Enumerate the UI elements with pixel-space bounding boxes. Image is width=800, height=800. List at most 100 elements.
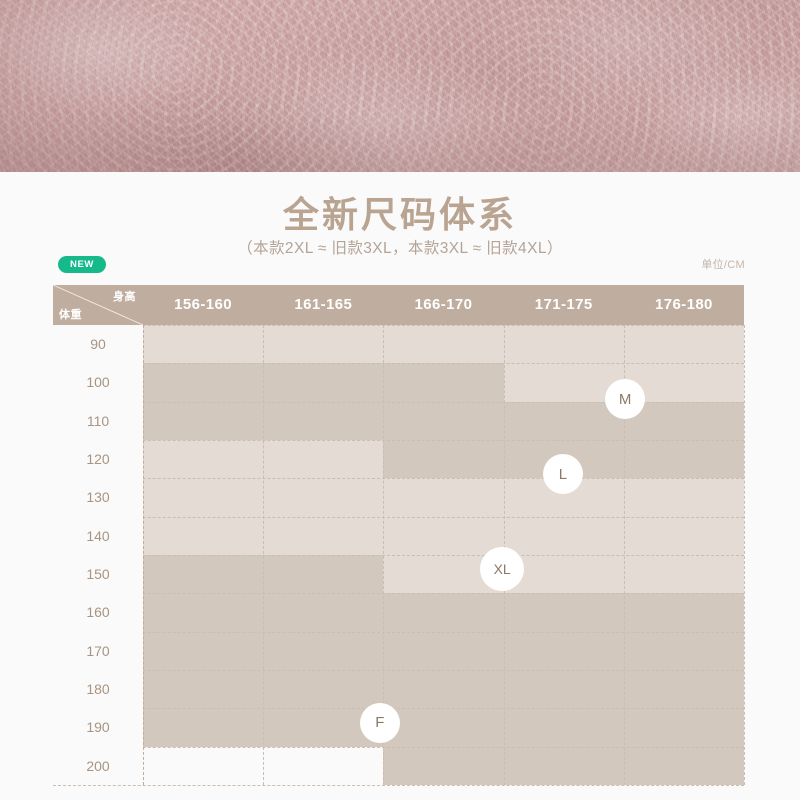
column-header-176-180: 176-180 [654,296,713,313]
cell-170-161-165 [263,631,384,670]
cell-160-161-165 [263,593,384,632]
size-marker-f[interactable]: F [359,702,400,743]
cell-160-171-175 [503,593,624,632]
grid-hline [53,708,744,710]
grid-hline [53,631,744,633]
cell-180-171-175 [503,670,624,709]
cell-200-161-165 [263,746,384,785]
size-marker-m[interactable]: M [605,379,646,420]
row-header-180: 180 [53,670,143,709]
cell-90-171-175 [503,325,624,364]
grid-hline [53,478,744,480]
cell-160-156-160 [143,593,264,632]
cell-140-166-170 [383,516,504,555]
table-header-row: 身高 体重 156-160 161-165 166-170 171-175 176-18… [53,285,744,325]
cell-120-156-160 [143,440,264,479]
cell-120-166-170 [383,440,504,479]
grid-hline [53,440,744,441]
unit-label: 单位/CM [701,259,745,271]
row-header-100: 100 [53,363,143,402]
banner-bottom-shadow [0,112,800,172]
row-header-150: 150 [53,555,143,594]
row-header-190: 190 [53,708,143,747]
table-body: 90 100 110 120 130 140 150 160 170 180 190 200 M L XL F [53,325,745,786]
row-header-200: 200 [53,746,143,785]
page-subtitle: （本款2XL ≈ 旧款3XL，本款3XL ≈ 旧款4XL） [237,240,563,257]
cell-140-176-180 [623,516,744,555]
grid-hline [53,593,744,595]
cell-150-161-165 [263,555,384,594]
cell-110-156-160 [143,401,264,440]
grid-vline [143,325,144,785]
grid-hline [53,325,744,326]
grid-hline [53,670,744,671]
cell-90-156-160 [143,325,264,364]
cell-200-176-180 [623,746,744,785]
grid-hline [53,746,744,748]
column-header-156-160: 156-160 [174,296,233,313]
cell-190-156-160 [143,708,264,747]
cell-150-156-160 [143,555,264,594]
row-header-170: 170 [53,631,143,670]
cell-190-171-175 [503,708,624,747]
cell-190-176-180 [623,708,744,747]
cell-200-156-160 [143,746,264,785]
cell-170-176-180 [623,631,744,670]
cell-180-166-170 [383,670,504,709]
row-header-140: 140 [53,516,143,555]
cell-140-156-160 [143,516,264,555]
column-header-171-175: 171-175 [534,296,593,313]
cell-200-166-170 [383,746,504,785]
cell-130-166-170 [383,478,504,517]
grid-vline [263,325,265,785]
cell-100-166-170 [383,363,504,402]
cell-160-166-170 [383,593,504,632]
cell-130-176-180 [623,478,744,517]
cell-180-156-160 [143,670,264,709]
row-header-110: 110 [53,401,143,440]
cell-100-161-165 [263,363,384,402]
cell-110-171-175 [503,401,624,440]
cell-200-171-175 [503,746,624,785]
row-header-90: 90 [53,325,143,364]
cell-110-166-170 [383,401,504,440]
size-marker-xl[interactable]: XL [480,546,525,591]
row-header-160: 160 [53,593,143,632]
size-chart-table: 身高 体重 156-160 161-165 166-170 171-175 176-18… [53,285,745,786]
grid-hline [53,785,744,786]
cell-120-176-180 [623,440,744,479]
row-header-120: 120 [53,440,143,479]
cell-180-176-180 [623,670,744,709]
cell-170-171-175 [503,631,624,670]
cell-130-156-160 [143,478,264,517]
cell-150-176-180 [623,555,744,594]
grid-hline [53,555,744,556]
new-badge: NEW [58,256,106,273]
row-header-130: 130 [53,478,143,517]
column-header-161-165: 161-165 [294,296,353,313]
column-header-166-170: 166-170 [414,296,473,313]
cell-170-156-160 [143,631,264,670]
cell-90-176-180 [623,325,744,364]
axis-label-weight: 体重 [59,309,82,321]
cell-140-171-175 [503,516,624,555]
cell-110-161-165 [263,401,384,440]
lace-fabric-banner [0,0,800,172]
cell-100-156-160 [143,363,264,402]
corner-axis-cell: 身高 体重 [53,285,143,325]
cell-160-176-180 [623,593,744,632]
cell-180-161-165 [263,670,384,709]
cell-120-161-165 [263,440,384,479]
cell-170-166-170 [383,631,504,670]
size-marker-l[interactable]: L [542,454,583,495]
grid-hline [53,516,744,518]
cell-190-166-170 [383,708,504,747]
grid-vline [744,325,745,785]
cell-130-161-165 [263,478,384,517]
cell-140-161-165 [263,516,384,555]
page-title: 全新尺码体系 [282,194,517,235]
cell-90-161-165 [263,325,384,364]
cell-90-166-170 [383,325,504,364]
axis-label-height: 身高 [113,291,136,303]
grid-hline [53,363,744,365]
